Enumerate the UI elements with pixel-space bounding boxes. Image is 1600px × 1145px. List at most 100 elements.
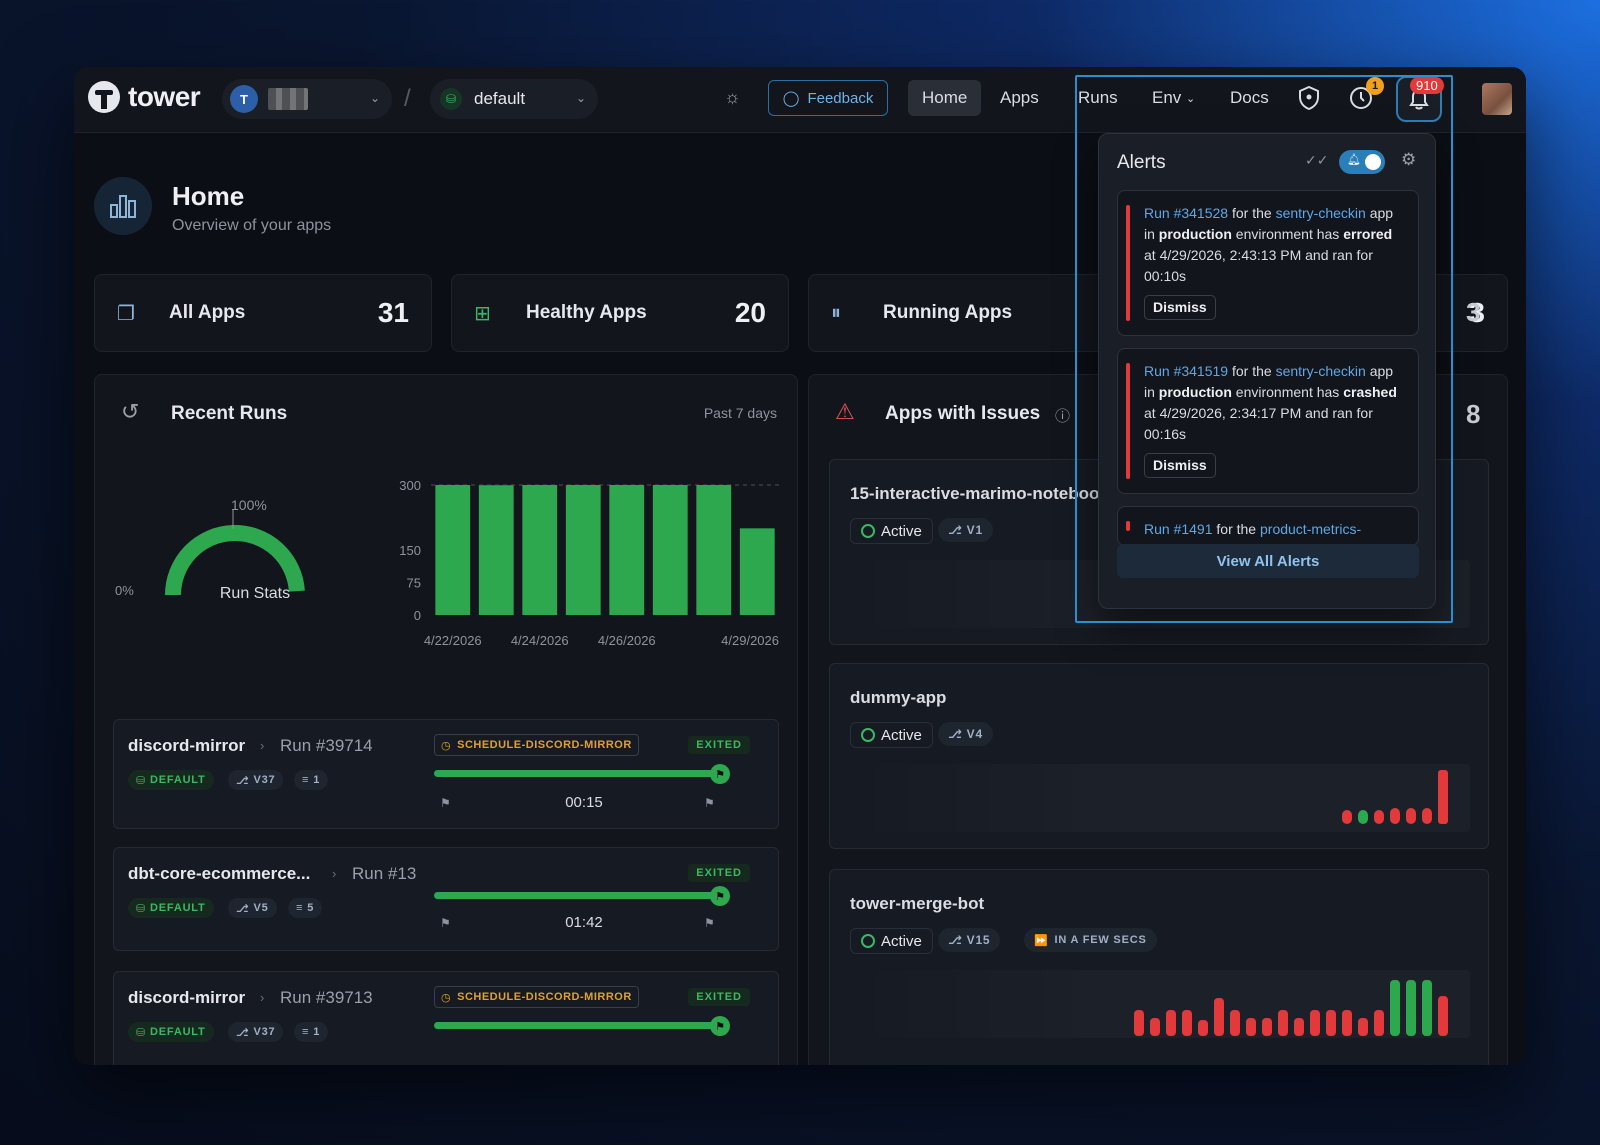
app-name[interactable]: dummy-app xyxy=(850,688,946,708)
spark-bar xyxy=(1294,1018,1304,1036)
logo[interactable]: tower xyxy=(88,81,201,113)
bar-success[interactable] xyxy=(478,485,514,615)
shield-icon[interactable] xyxy=(1292,81,1326,115)
clock-icon: ◷ xyxy=(441,991,452,1004)
bar-success[interactable] xyxy=(609,485,645,615)
gauge-min-label: 0% xyxy=(115,583,134,598)
version-label: V4 xyxy=(966,727,983,741)
breadcrumb-separator: / xyxy=(404,85,411,112)
status-badge: EXITED xyxy=(688,736,750,754)
spark-bar xyxy=(1246,1018,1256,1036)
status-label: Active xyxy=(881,932,922,950)
alert-text: at xyxy=(1144,247,1156,263)
bar-success[interactable] xyxy=(565,485,601,615)
spark-bar xyxy=(1230,1010,1240,1036)
alert-app-link[interactable]: sentry-checkin xyxy=(1276,205,1366,221)
chevron-right-icon: › xyxy=(332,866,337,881)
run-number[interactable]: Run #39713 xyxy=(280,988,373,1008)
stat-card-all-apps[interactable]: ❐ All Apps 31 xyxy=(94,274,432,352)
stat-card-healthy-apps[interactable]: ⊞ Healthy Apps 20 xyxy=(451,274,789,352)
alert-app-link[interactable]: product-metrics- xyxy=(1260,521,1361,537)
database-icon: ⛁ xyxy=(440,88,462,110)
run-number[interactable]: Run #13 xyxy=(352,864,416,884)
spark-bar xyxy=(1166,1010,1176,1036)
check-circle-icon xyxy=(861,934,875,948)
clock-icon: ◷ xyxy=(441,739,452,752)
run-app-name[interactable]: dbt-core-ecommerce... xyxy=(128,864,310,884)
info-icon[interactable]: ⓘ xyxy=(1055,405,1070,426)
gear-icon[interactable]: ⚙ xyxy=(1401,150,1416,170)
alert-duration: 00:10s xyxy=(1144,268,1187,284)
nav-env[interactable]: Env ⌄ xyxy=(1138,80,1209,116)
check-circle-icon xyxy=(861,524,875,538)
copy-stack-icon: ❐ xyxy=(117,302,135,325)
x-tick-label: 4/24/2026 xyxy=(511,633,569,648)
alert-app-link[interactable]: sentry-checkin xyxy=(1276,363,1366,379)
bar-success[interactable] xyxy=(652,485,688,615)
run-progress-bar xyxy=(434,892,720,899)
dismiss-button[interactable]: Dismiss xyxy=(1144,453,1216,478)
env-pill: ⛁ DEFAULT xyxy=(128,898,214,918)
user-avatar[interactable] xyxy=(1482,83,1512,115)
run-card[interactable]: discord-mirror › Run #39714 ⛁ DEFAULT ⎇ V3… xyxy=(113,719,779,829)
y-tick-label: 150 xyxy=(399,543,421,558)
nav-home[interactable]: Home xyxy=(908,80,982,116)
bar-success[interactable] xyxy=(696,485,732,615)
nav-apps[interactable]: Apps xyxy=(986,80,1053,116)
panel-title: Apps with Issues xyxy=(885,403,1041,424)
branch-icon: ⎇ xyxy=(948,727,963,741)
bar-success[interactable] xyxy=(522,485,558,615)
alert-run-link[interactable]: Run #341519 xyxy=(1144,363,1228,379)
page-subtitle: Overview of your apps xyxy=(172,217,332,234)
issue-app-card[interactable]: dummy-app Active ⎇ V4 xyxy=(829,663,1489,849)
clock-badge: 1 xyxy=(1366,77,1384,95)
env-label: DEFAULT xyxy=(150,774,206,786)
alert-run-link[interactable]: Run #1491 xyxy=(1144,521,1213,537)
org-select[interactable]: T ⌄ xyxy=(222,79,392,119)
sliders-icon: ≡ xyxy=(302,774,310,786)
recent-runs-panel: ↺ Recent Runs Past 7 days 100% 0% Run St… xyxy=(94,374,798,1065)
nav-docs[interactable]: Docs xyxy=(1216,80,1283,116)
view-all-alerts-button[interactable]: View All Alerts xyxy=(1117,544,1419,578)
bar-failure[interactable] xyxy=(478,485,514,486)
bar-success[interactable] xyxy=(435,485,471,615)
alert-item: Run #341528 for the sentry-checkin app i… xyxy=(1117,190,1419,336)
spark-bar xyxy=(1358,1018,1368,1036)
check-circle-icon xyxy=(861,728,875,742)
org-avatar: T xyxy=(230,85,258,113)
alert-run-link[interactable]: Run #341528 xyxy=(1144,205,1228,221)
alerts-title: Alerts xyxy=(1117,152,1166,173)
sliders-icon: ≡ xyxy=(296,902,304,914)
environment-select[interactable]: ⛁ default ⌄ xyxy=(430,79,598,119)
nav-runs[interactable]: Runs xyxy=(1064,80,1132,116)
stat-label: All Apps xyxy=(169,302,246,323)
dismiss-button[interactable]: Dismiss xyxy=(1144,295,1216,320)
chevron-right-icon: › xyxy=(260,738,265,753)
run-app-name[interactable]: discord-mirror xyxy=(128,736,245,756)
app-name[interactable]: 15-interactive-marimo-notebook xyxy=(850,484,1109,504)
sparkline-bars xyxy=(1342,770,1448,824)
next-run-pill: ⏩ IN A FEW SECS xyxy=(1024,928,1157,952)
nav-env-label: Env xyxy=(1152,88,1182,107)
spark-bar xyxy=(1374,810,1384,824)
run-card[interactable]: discord-mirror › Run #39713 ⛁ DEFAULT ⎇ V3… xyxy=(113,971,779,1065)
alerts-toggle[interactable] xyxy=(1339,150,1385,174)
status-label: Active xyxy=(881,726,922,744)
status-pill: Active xyxy=(850,518,933,544)
panel-title: Recent Runs xyxy=(171,403,288,424)
bar-chart-icon xyxy=(94,177,152,235)
run-card[interactable]: dbt-core-ecommerce... › Run #13 ⛁ DEFAULT… xyxy=(113,847,779,951)
history-icon: ↺ xyxy=(121,399,140,424)
issue-app-card[interactable]: tower-merge-bot Active ⎇ V15 ⏩ IN A FEW SE… xyxy=(829,869,1489,1065)
run-app-name[interactable]: discord-mirror xyxy=(128,988,245,1008)
feedback-button[interactable]: ◯ Feedback xyxy=(768,80,888,116)
logo-text: tower xyxy=(128,81,201,112)
app-name[interactable]: tower-merge-bot xyxy=(850,894,984,914)
theme-toggle-sun-icon[interactable]: ☼ xyxy=(724,87,741,108)
mark-all-read-icon[interactable]: ✓✓ xyxy=(1305,152,1328,169)
version-pill: ⎇ V37 xyxy=(228,1022,284,1042)
bar-success[interactable] xyxy=(739,528,775,615)
status-badge: EXITED xyxy=(688,988,750,1006)
spark-bar xyxy=(1438,770,1448,824)
run-number[interactable]: Run #39714 xyxy=(280,736,373,756)
